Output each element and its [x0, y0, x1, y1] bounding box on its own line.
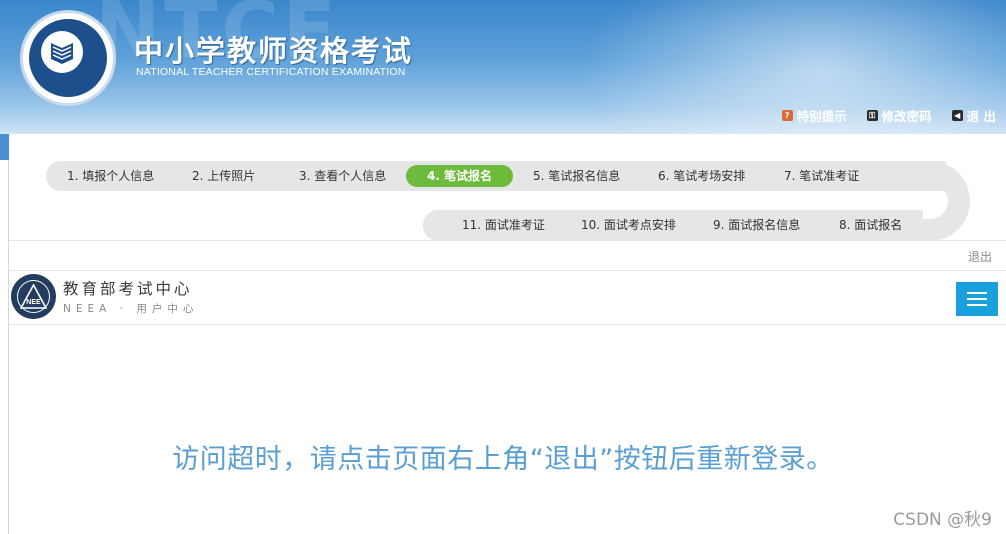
special-notice-label: 特别提示 [796, 109, 847, 124]
step-10-interview-venue[interactable]: 10. 面试考点安排 [581, 214, 676, 236]
left-accent-bar [0, 134, 9, 160]
neea-triangle-icon: NEE [20, 284, 47, 309]
content-left-border [8, 160, 9, 534]
frame-body-divider [9, 324, 1006, 325]
step-6-written-room[interactable]: 6. 笔试考场安排 [658, 165, 745, 187]
step-8-interview-registration[interactable]: 8. 面试报名 [839, 214, 902, 236]
site-header: NTCE 中小学教师资格考试 NATIONAL TEACHER CERTIFIC… [0, 0, 1006, 134]
hamburger-menu-icon [967, 292, 987, 294]
step-11-interview-admission[interactable]: 11. 面试准考证 [462, 214, 545, 236]
header-links: ? 特别提示 ⚿ 修改密码 ◀ 退 出 [781, 106, 996, 125]
warning-icon: ? [781, 110, 793, 121]
step-9-interview-reg-info[interactable]: 9. 面试报名信息 [713, 214, 800, 236]
change-password-link[interactable]: ⚿ 修改密码 [866, 106, 932, 125]
step-7-written-admission[interactable]: 7. 笔试准考证 [784, 165, 859, 187]
site-subtitle: NATIONAL TEACHER CERTIFICATION EXAMINATI… [136, 66, 406, 78]
step-5-written-reg-info[interactable]: 5. 笔试报名信息 [533, 165, 620, 187]
step-1-fill-info[interactable]: 1. 填报个人信息 [67, 165, 154, 187]
timeout-message: 访问超时，请点击页面右上角“退出”按钮后重新登录。 [172, 444, 834, 475]
org-name: 教育部考试中心 [63, 280, 193, 298]
step-3-view-info[interactable]: 3. 查看个人信息 [299, 165, 386, 187]
org-subtitle: NEEA · 用户中心 [63, 303, 199, 315]
book-icon [51, 43, 73, 64]
key-icon: ⚿ [866, 110, 878, 121]
exit-link[interactable]: ◀ 退 出 [951, 106, 996, 125]
hamburger-menu-button[interactable] [956, 282, 998, 316]
exit-icon: ◀ [951, 110, 963, 121]
change-password-label: 修改密码 [881, 109, 932, 124]
frame-logout-link[interactable]: 退出 [968, 248, 992, 265]
special-notice-link[interactable]: ? 特别提示 [781, 106, 847, 125]
svg-text:NEE: NEE [26, 299, 41, 306]
frame-header-divider [9, 270, 1006, 271]
step-2-upload-photo[interactable]: 2. 上传照片 [192, 165, 255, 187]
ntce-emblem-logo [20, 10, 116, 106]
neea-logo: NEE [11, 274, 56, 319]
csdn-watermark: CSDN @秋9 [893, 510, 992, 530]
step-4-written-registration[interactable]: 4. 笔试报名 [406, 165, 513, 187]
site-title: 中小学教师资格考试 [134, 34, 414, 68]
exit-label: 退 出 [966, 109, 996, 124]
frame-top-divider [9, 240, 1006, 241]
